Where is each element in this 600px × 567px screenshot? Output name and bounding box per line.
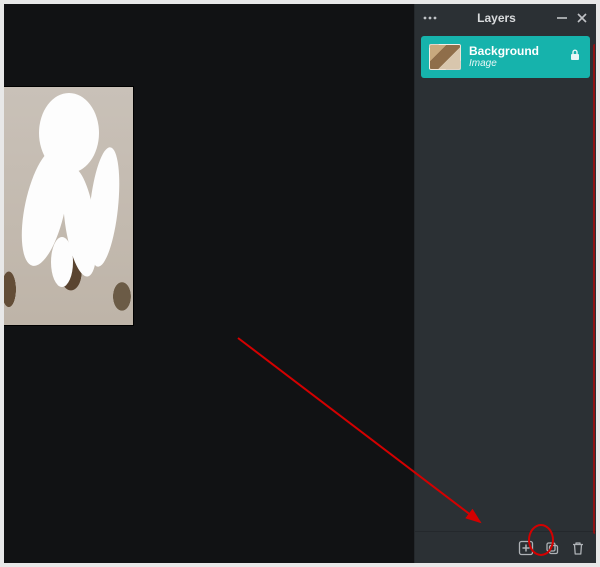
duplicate-layer-button[interactable]: [544, 540, 560, 556]
layer-text: Background Image: [469, 45, 560, 69]
delete-layer-button[interactable]: [570, 540, 586, 556]
minimize-icon[interactable]: [556, 12, 568, 24]
layer-thumbnail: [429, 44, 461, 70]
add-layer-button[interactable]: [518, 540, 534, 556]
layers-panel: Layers Background Image: [414, 4, 596, 563]
layer-item-background[interactable]: Background Image: [421, 36, 590, 78]
panel-header: Layers: [415, 4, 596, 32]
panel-title: Layers: [445, 11, 548, 25]
app-frame: Layers Background Image: [4, 4, 596, 563]
annotation-edge: [593, 44, 597, 534]
lock-icon[interactable]: [568, 48, 582, 67]
layer-list: Background Image: [415, 32, 596, 531]
canvas-area[interactable]: [4, 4, 414, 563]
panel-menu-icon[interactable]: [423, 11, 437, 25]
layer-name: Background: [469, 45, 560, 58]
layer-type: Image: [469, 58, 560, 69]
panel-footer: [415, 531, 596, 563]
canvas-image[interactable]: [4, 86, 134, 326]
close-icon[interactable]: [576, 12, 588, 24]
